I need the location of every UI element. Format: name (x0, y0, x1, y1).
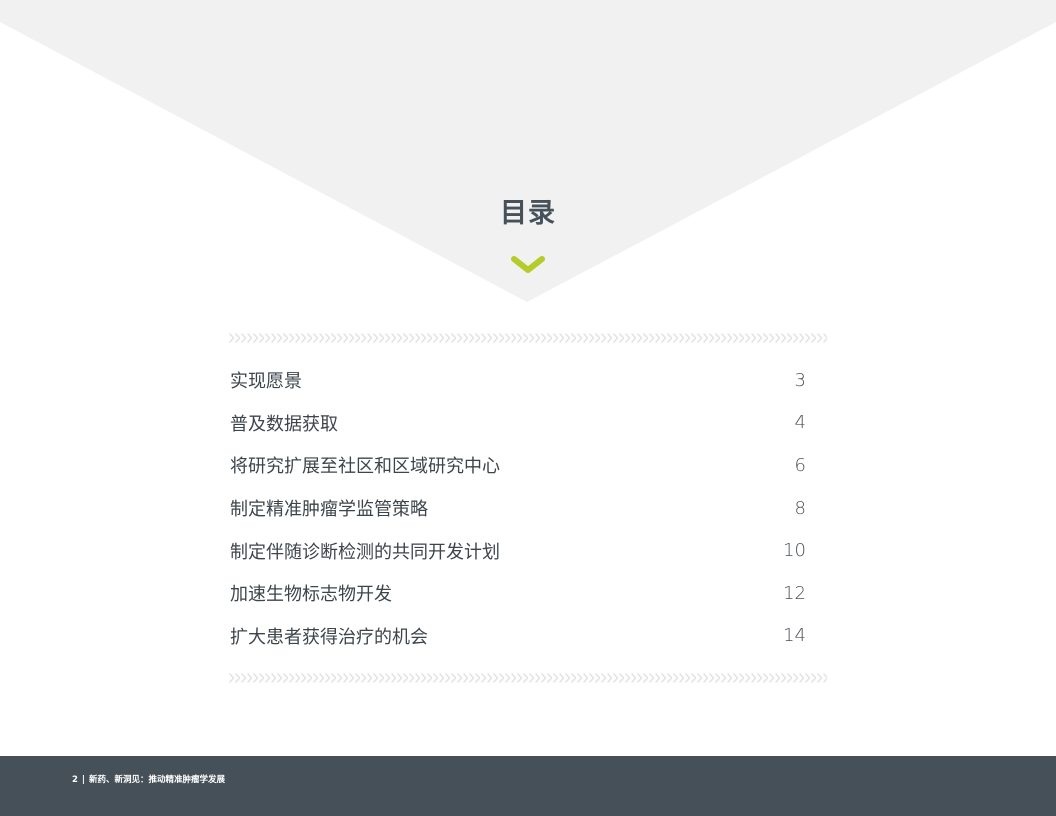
toc-item[interactable]: 扩大患者获得治疗的机会 14 (230, 615, 806, 658)
toc-item-page: 3 (794, 369, 806, 391)
chevron-divider-bottom (229, 672, 827, 684)
toc-item-page: 10 (783, 540, 806, 562)
toc-item[interactable]: 实现愿景 3 (230, 359, 806, 402)
publication-title: 新药、新洞见：推动精准肿瘤学发展 (89, 775, 226, 785)
page-footer: 2 | 新药、新洞见：推动精准肿瘤学发展 (0, 756, 1056, 816)
toc-item-page: 4 (794, 412, 806, 434)
toc-item-page: 6 (794, 454, 806, 476)
table-of-contents: 实现愿景 3 普及数据获取 4 将研究扩展至社区和区域研究中心 6 制定精准肿瘤… (230, 359, 806, 657)
footer-text: 2 | 新药、新洞见：推动精准肿瘤学发展 (72, 773, 225, 785)
toc-item-page: 12 (783, 582, 806, 604)
chevron-divider-top (229, 332, 827, 344)
footer-separator: | (81, 775, 86, 785)
toc-item[interactable]: 普及数据获取 4 (230, 402, 806, 445)
toc-item-label: 扩大患者获得治疗的机会 (230, 626, 428, 648)
toc-item-label: 将研究扩展至社区和区域研究中心 (230, 456, 500, 478)
toc-item[interactable]: 制定伴随诊断检测的共同开发计划 10 (230, 529, 806, 572)
page-title: 目录 (500, 198, 556, 229)
toc-item-label: 普及数据获取 (230, 413, 338, 435)
chevron-down-icon (511, 256, 545, 273)
toc-item-label: 实现愿景 (230, 371, 302, 393)
toc-item-page: 8 (794, 497, 806, 519)
toc-item[interactable]: 将研究扩展至社区和区域研究中心 6 (230, 444, 806, 487)
toc-item-label: 制定伴随诊断检测的共同开发计划 (230, 541, 500, 563)
toc-item-label: 加速生物标志物开发 (230, 584, 392, 606)
toc-item-page: 14 (783, 625, 806, 647)
toc-item[interactable]: 制定精准肿瘤学监管策略 8 (230, 487, 806, 530)
toc-item[interactable]: 加速生物标志物开发 12 (230, 572, 806, 615)
toc-item-label: 制定精准肿瘤学监管策略 (230, 499, 428, 521)
